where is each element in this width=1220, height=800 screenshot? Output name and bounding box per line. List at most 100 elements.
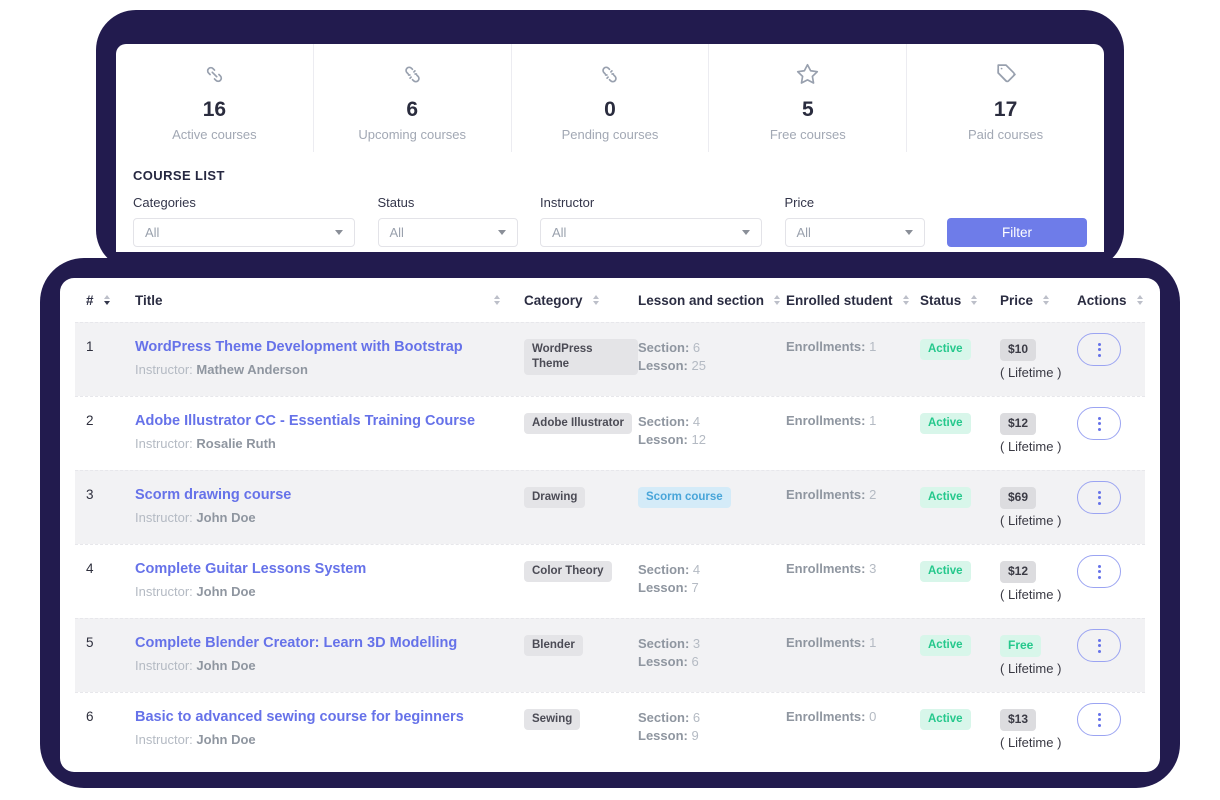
categories-select[interactable]: All bbox=[133, 218, 355, 247]
category-cell: Adobe Illustrator bbox=[524, 397, 638, 470]
header-enrolled-student[interactable]: Enrolled student bbox=[786, 293, 920, 308]
price-duration: ( Lifetime ) bbox=[1000, 513, 1077, 529]
price-cell: $10 ( Lifetime ) bbox=[1000, 323, 1077, 396]
enrollment-count: 1 bbox=[869, 635, 876, 650]
header-category[interactable]: Category bbox=[524, 293, 638, 308]
table-row: 5 Complete Blender Creator: Learn 3D Mod… bbox=[75, 618, 1145, 692]
price-cell: $69 ( Lifetime ) bbox=[1000, 471, 1077, 544]
course-title-link[interactable]: Scorm drawing course bbox=[135, 487, 291, 504]
filter-button[interactable]: Filter bbox=[947, 218, 1087, 247]
select-value: All bbox=[390, 225, 404, 240]
stat-paid-courses: 17 Paid courses bbox=[907, 44, 1104, 152]
stat-free-courses: 5 Free courses bbox=[709, 44, 907, 152]
filter-price: Price All bbox=[785, 195, 925, 247]
broken-link-icon bbox=[400, 62, 425, 92]
section-count: 6 bbox=[693, 340, 700, 355]
status-badge: Active bbox=[920, 561, 971, 582]
select-value: All bbox=[552, 225, 566, 240]
category-badge: Adobe Illustrator bbox=[524, 413, 632, 434]
row-actions-button[interactable] bbox=[1077, 629, 1121, 662]
stat-label: Active courses bbox=[172, 127, 257, 142]
price-cell: Free ( Lifetime ) bbox=[1000, 619, 1077, 692]
filter-categories: Categories All bbox=[133, 195, 355, 247]
header-status[interactable]: Status bbox=[920, 293, 1000, 308]
row-actions-button[interactable] bbox=[1077, 555, 1121, 588]
stats-filter-card: 16 Active courses 6 Upcoming courses 0 P… bbox=[116, 44, 1104, 252]
stat-label: Pending courses bbox=[562, 127, 659, 142]
enrolled-cell: Enrollments: 1 bbox=[786, 397, 920, 470]
price-badge: $12 bbox=[1000, 413, 1036, 435]
actions-cell bbox=[1077, 693, 1145, 766]
sort-icon bbox=[774, 295, 780, 305]
row-index: 1 bbox=[86, 323, 135, 396]
header-actions[interactable]: Actions bbox=[1077, 293, 1145, 308]
title-cell: WordPress Theme Development with Bootstr… bbox=[135, 323, 524, 396]
page: 16 Active courses 6 Upcoming courses 0 P… bbox=[0, 0, 1220, 800]
course-table: # Title Category Lesson and section Enro… bbox=[75, 278, 1145, 766]
instructor-name: Mathew Anderson bbox=[196, 362, 307, 377]
header-index[interactable]: # bbox=[86, 293, 135, 308]
row-actions-button[interactable] bbox=[1077, 481, 1121, 514]
stat-value: 0 bbox=[604, 99, 616, 120]
course-table-card: # Title Category Lesson and section Enro… bbox=[60, 278, 1160, 772]
instructor-name: John Doe bbox=[196, 510, 255, 525]
status-cell: Active bbox=[920, 619, 1000, 692]
instructor-select[interactable]: All bbox=[540, 218, 762, 247]
category-badge: Color Theory bbox=[524, 561, 612, 582]
course-title-link[interactable]: WordPress Theme Development with Bootstr… bbox=[135, 339, 463, 356]
enrolled-cell: Enrollments: 1 bbox=[786, 323, 920, 396]
price-duration: ( Lifetime ) bbox=[1000, 661, 1077, 677]
row-actions-button[interactable] bbox=[1077, 333, 1121, 366]
stat-value: 5 bbox=[802, 99, 814, 120]
price-badge: $13 bbox=[1000, 709, 1036, 731]
enrollment-count: 3 bbox=[869, 561, 876, 576]
row-index: 2 bbox=[86, 397, 135, 470]
row-index: 5 bbox=[86, 619, 135, 692]
price-cell: $13 ( Lifetime ) bbox=[1000, 693, 1077, 766]
status-cell: Active bbox=[920, 471, 1000, 544]
sort-icon bbox=[104, 295, 110, 305]
price-select[interactable]: All bbox=[785, 218, 925, 247]
row-index: 3 bbox=[86, 471, 135, 544]
category-badge: Drawing bbox=[524, 487, 585, 508]
header-title[interactable]: Title bbox=[135, 293, 524, 308]
lesson-section-cell: Scorm course bbox=[638, 471, 786, 544]
row-actions-button[interactable] bbox=[1077, 703, 1121, 736]
filter-label: Instructor bbox=[540, 195, 762, 210]
row-actions-button[interactable] bbox=[1077, 407, 1121, 440]
stat-value: 17 bbox=[994, 99, 1017, 120]
chain-link-icon bbox=[202, 62, 227, 92]
price-badge: $69 bbox=[1000, 487, 1036, 509]
course-title-link[interactable]: Basic to advanced sewing course for begi… bbox=[135, 709, 464, 726]
table-header-row: # Title Category Lesson and section Enro… bbox=[75, 278, 1145, 322]
status-badge: Active bbox=[920, 635, 971, 656]
status-cell: Active bbox=[920, 545, 1000, 618]
lesson-section-cell: Section: 3 Lesson: 6 bbox=[638, 619, 786, 692]
title-cell: Basic to advanced sewing course for begi… bbox=[135, 693, 524, 766]
header-lesson-section[interactable]: Lesson and section bbox=[638, 293, 786, 308]
category-cell: Drawing bbox=[524, 471, 638, 544]
price-duration: ( Lifetime ) bbox=[1000, 365, 1077, 381]
header-price[interactable]: Price bbox=[1000, 293, 1077, 308]
course-title-link[interactable]: Complete Blender Creator: Learn 3D Model… bbox=[135, 635, 457, 652]
course-title-link[interactable]: Complete Guitar Lessons System bbox=[135, 561, 366, 578]
stat-value: 6 bbox=[406, 99, 418, 120]
status-select[interactable]: All bbox=[378, 218, 518, 247]
filter-bar: Categories All Status All Instructor All bbox=[133, 183, 1087, 247]
table-row: 1 WordPress Theme Development with Boots… bbox=[75, 322, 1145, 396]
chevron-down-icon bbox=[905, 230, 913, 235]
stats-row: 16 Active courses 6 Upcoming courses 0 P… bbox=[116, 44, 1104, 152]
actions-cell bbox=[1077, 323, 1145, 396]
filter-label: Status bbox=[378, 195, 518, 210]
enrollment-count: 2 bbox=[869, 487, 876, 502]
stat-value: 16 bbox=[203, 99, 226, 120]
lesson-count: 12 bbox=[691, 432, 705, 447]
row-index: 6 bbox=[86, 693, 135, 766]
category-cell: Color Theory bbox=[524, 545, 638, 618]
enrolled-cell: Enrollments: 3 bbox=[786, 545, 920, 618]
stat-label: Free courses bbox=[770, 127, 846, 142]
instructor-line: Instructor: John Doe bbox=[135, 584, 524, 599]
lesson-count: 9 bbox=[691, 728, 698, 743]
course-title-link[interactable]: Adobe Illustrator CC - Essentials Traini… bbox=[135, 413, 475, 430]
star-icon bbox=[795, 62, 820, 92]
